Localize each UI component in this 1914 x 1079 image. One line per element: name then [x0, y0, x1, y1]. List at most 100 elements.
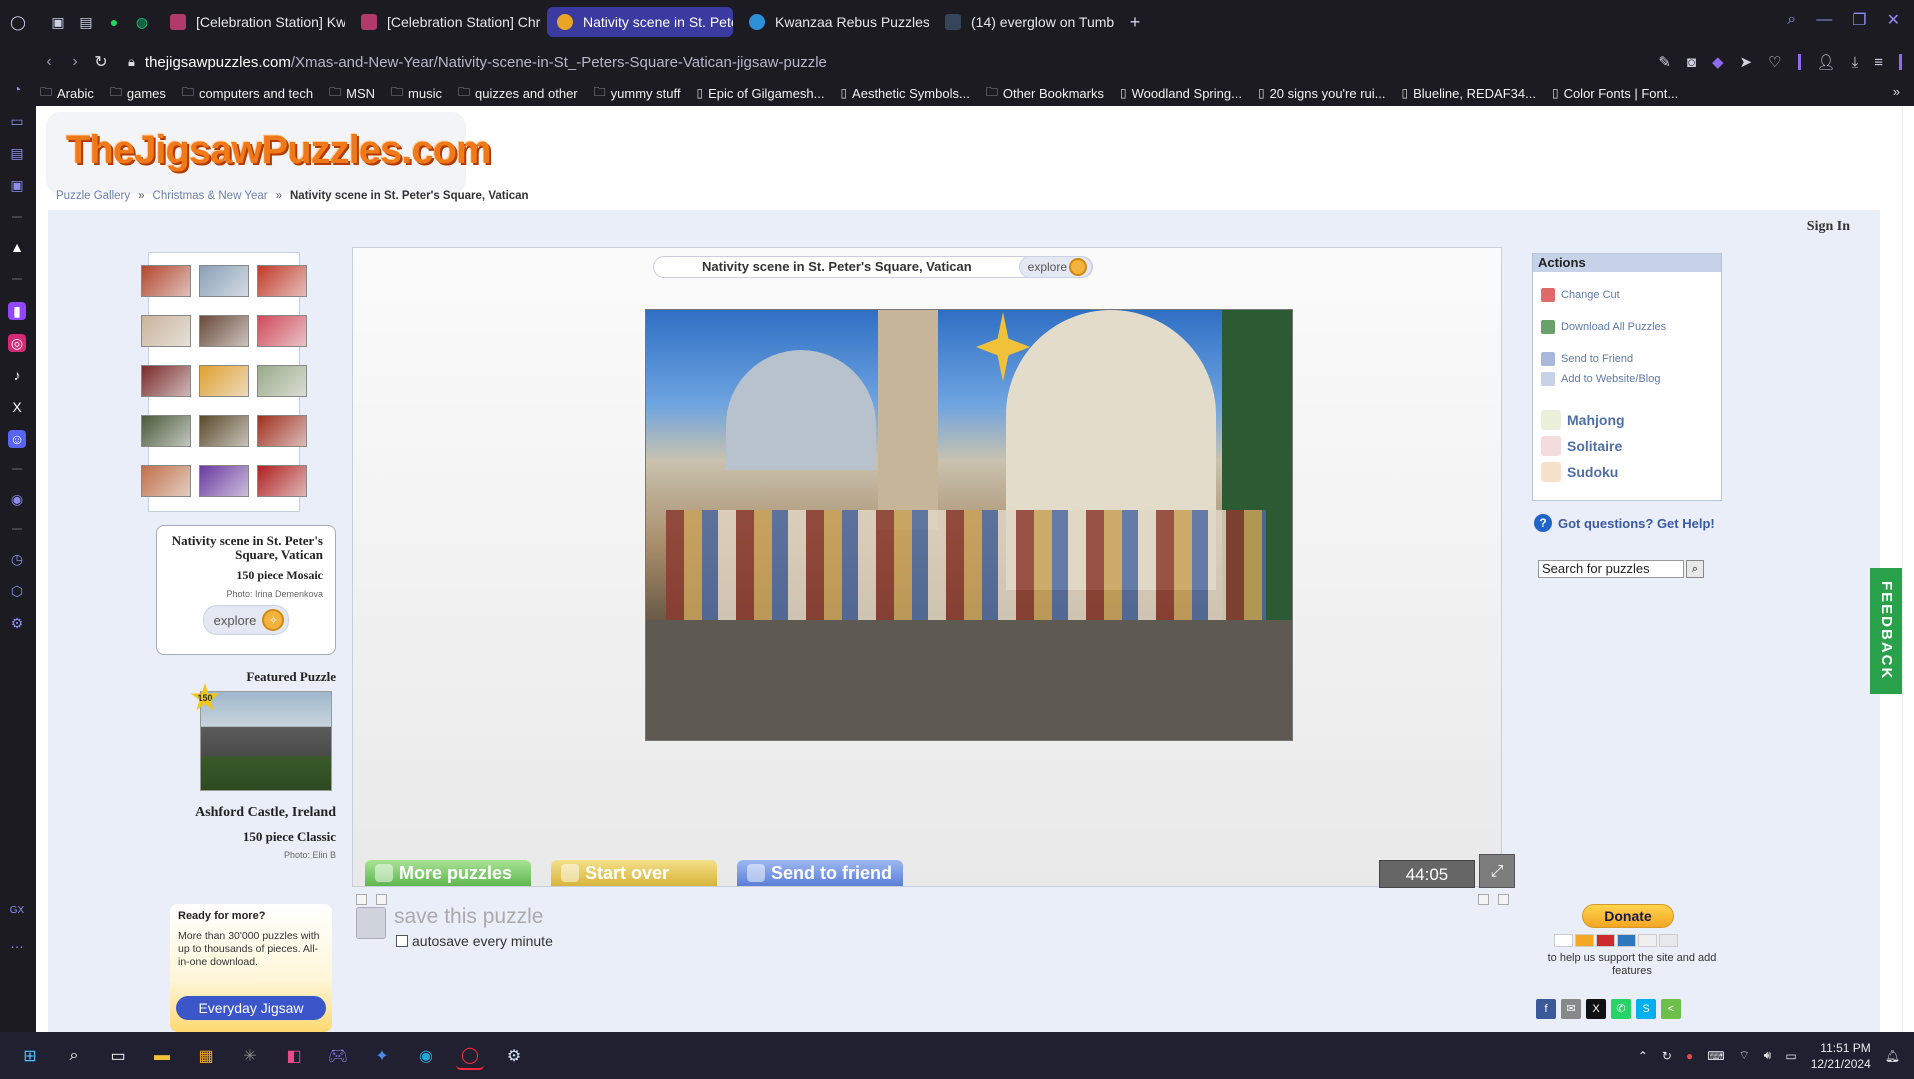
explore-button[interactable]: explore — [1018, 256, 1092, 278]
tab-islands-icon[interactable]: ▣ — [46, 10, 70, 34]
search-input[interactable]: Search for puzzles — [1538, 560, 1684, 578]
twitch-icon[interactable]: ▮ — [8, 302, 26, 320]
crypto-wallet-icon[interactable]: ▭ — [8, 112, 26, 130]
puzzle-thumbnail[interactable] — [257, 315, 307, 347]
bookmark-item[interactable]: 🗀︎ quizzes and other — [458, 83, 578, 104]
puzzle-thumbnail[interactable] — [141, 315, 191, 347]
whatsapp-icon[interactable]: ✆ — [1611, 999, 1631, 1019]
bookmark-item[interactable]: ▯ 20 signs you're rui... — [1258, 86, 1386, 101]
browser-tab[interactable]: Kwanzaa Rebus Puzzles - — [739, 7, 929, 37]
x-icon[interactable]: X — [8, 398, 26, 416]
explore-button[interactable]: explore ✧ — [202, 605, 290, 635]
download-all-puzzles-link[interactable]: Download All Puzzles — [1541, 320, 1666, 334]
notifications-icon[interactable]: 🔔︎ — [1885, 1049, 1900, 1063]
search-icon[interactable]: ⌕ — [1686, 560, 1704, 578]
tickets-icon[interactable]: ▤ — [8, 144, 26, 162]
vpn-icon[interactable]: ◆ — [1712, 53, 1724, 71]
page-scrollbar[interactable] — [1902, 106, 1914, 1032]
minimize-icon[interactable]: — — [1816, 11, 1832, 29]
send-icon[interactable]: ➤ — [1740, 53, 1753, 71]
opera-gx-icon[interactable]: ◯ — [456, 1042, 484, 1070]
task-view-icon[interactable]: ▭ — [104, 1042, 132, 1070]
extensions-icon[interactable]: ⬡ — [8, 582, 26, 600]
bookmark-item[interactable]: 🗀︎ computers and tech — [182, 83, 313, 104]
settings-icon[interactable]: ⚙ — [8, 614, 26, 632]
heart-icon[interactable]: ♡ — [1768, 53, 1781, 71]
puzzle-thumbnail[interactable] — [257, 365, 307, 397]
reload-icon[interactable]: ↻ — [88, 52, 114, 72]
skype-icon[interactable]: S — [1636, 999, 1656, 1019]
camera-icon[interactable]: ◙ — [1687, 54, 1696, 71]
puzzle-thumbnail[interactable] — [199, 415, 249, 447]
bookmark-item[interactable]: ▯ Blueline, REDAF34... — [1402, 86, 1536, 101]
site-logo[interactable]: TheJigsawPuzzles.com — [46, 112, 492, 194]
forward-icon[interactable]: › — [62, 53, 88, 71]
sign-in-link[interactable]: Sign In — [1807, 219, 1850, 235]
facebook-icon[interactable]: f — [1536, 999, 1556, 1019]
edit-icon[interactable]: ✎ — [1658, 53, 1671, 71]
puzzle-thumbnail[interactable] — [141, 265, 191, 297]
solitaire-link[interactable]: Solitaire — [1541, 436, 1622, 456]
browser-tab[interactable]: (14) everglow on Tumblr — [935, 7, 1115, 37]
messenger-icon[interactable]: ▣ — [8, 176, 26, 194]
download-icon[interactable]: ⤓ — [1852, 54, 1859, 71]
close-icon[interactable]: ✕ — [1887, 10, 1900, 30]
bookmark-item[interactable]: ▯ Color Fonts | Font... — [1552, 86, 1678, 101]
donate-button[interactable]: Donate — [1582, 904, 1674, 928]
sudoku-link[interactable]: Sudoku — [1541, 462, 1618, 482]
bookmark-item[interactable]: ▯ Epic of Gilgamesh... — [697, 86, 825, 101]
autosave-checkbox[interactable] — [396, 935, 408, 947]
spotify-icon[interactable]: ◉ — [8, 490, 26, 508]
puzzle-thumbnail[interactable] — [257, 415, 307, 447]
puzzle-image[interactable] — [645, 309, 1293, 741]
app-icon[interactable]: ◧ — [280, 1042, 308, 1070]
save-puzzle-link[interactable]: save this puzzle — [394, 905, 543, 929]
pinned-tab-icon[interactable]: ▤ — [74, 10, 98, 34]
react-icon[interactable]: ✳ — [236, 1042, 264, 1070]
puzzle-thumbnail[interactable] — [199, 465, 249, 497]
steam-icon[interactable]: ⚙ — [500, 1042, 528, 1070]
grow-left-icon[interactable] — [376, 894, 387, 905]
battery-icon[interactable]: ▭ — [1785, 1049, 1796, 1063]
windows-start-icon[interactable]: ⊞ — [16, 1042, 44, 1070]
bookmark-item[interactable]: 🗀︎ games — [110, 83, 166, 104]
x-share-icon[interactable]: X — [1586, 999, 1606, 1019]
tiktok-icon[interactable]: ♪ — [8, 366, 26, 384]
send-to-friend-link[interactable]: Send to Friend — [1541, 352, 1633, 366]
restore-icon[interactable]: ❐ — [1852, 10, 1866, 30]
save-disk-icon[interactable] — [356, 907, 386, 939]
fullscreen-icon[interactable]: ⤢ — [1479, 854, 1515, 888]
back-icon[interactable]: ‹ — [36, 53, 62, 71]
bookmark-item[interactable]: ▯ Aesthetic Symbols... — [840, 86, 969, 101]
browser-tab-active[interactable]: Nativity scene in St. Peter — [547, 7, 733, 37]
tray-overflow-icon[interactable]: ⌃ — [1638, 1049, 1648, 1063]
gx-icon[interactable]: GX — [8, 902, 26, 920]
opera-menu-icon[interactable]: ◯ — [6, 10, 30, 34]
url-field[interactable]: 🔒︎ thejigsawpuzzles.com/Xmas-and-New-Yea… — [128, 54, 827, 71]
bookmark-item[interactable]: 🗀︎ yummy stuff — [594, 83, 681, 104]
puzzle-thumbnail[interactable] — [141, 365, 191, 397]
chatgpt-tab-icon[interactable]: ◍ — [130, 10, 154, 34]
featured-puzzle-name[interactable]: Ashford Castle, Ireland — [195, 805, 336, 821]
volume-icon[interactable]: 🔊︎ — [1764, 1048, 1772, 1063]
breadcrumb-link[interactable]: Christmas & New Year — [153, 190, 268, 202]
send-to-friend-button[interactable]: Send to friend — [737, 860, 903, 886]
add-to-website-link[interactable]: Add to Website/Blog — [1541, 372, 1660, 386]
edge-icon[interactable]: ◉ — [412, 1042, 440, 1070]
everyday-jigsaw-button[interactable]: Everyday Jigsaw — [176, 996, 326, 1020]
bookmark-item[interactable]: 🗀︎ Arabic — [40, 83, 94, 104]
puzzle-thumbnail[interactable] — [141, 415, 191, 447]
app-tray-icon[interactable]: ● — [1686, 1049, 1693, 1063]
start-over-button[interactable]: Start over — [551, 860, 717, 886]
aria-icon[interactable]: ◔ — [8, 80, 26, 98]
puzzle-thumbnail[interactable] — [199, 365, 249, 397]
browser-tab[interactable]: [Celebration Station] Kwan — [160, 7, 345, 37]
puzzle-thumbnail[interactable] — [257, 265, 307, 297]
browser-tab[interactable]: [Celebration Station] Chris — [351, 7, 541, 37]
profile-icon[interactable]: 👤︎ — [1817, 53, 1836, 71]
search-icon[interactable]: ⌕ — [60, 1042, 88, 1070]
search-tabs-icon[interactable]: ⌕ — [1787, 11, 1796, 29]
puzzle-thumbnail[interactable] — [141, 465, 191, 497]
grow-right-icon[interactable] — [1498, 894, 1509, 905]
bookmark-item[interactable]: 🗀︎ MSN — [329, 83, 375, 104]
